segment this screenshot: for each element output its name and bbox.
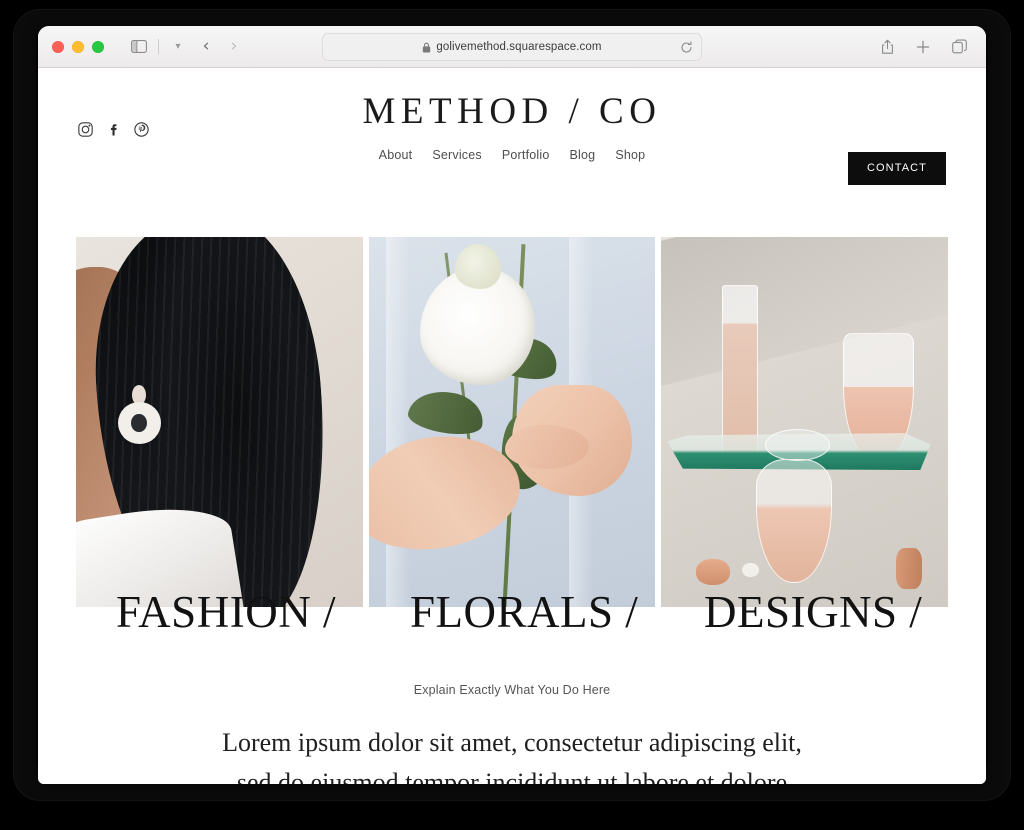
gallery-tile-fashion[interactable] [76, 237, 363, 607]
site-logo[interactable]: METHOD / CO [38, 68, 986, 133]
tabs-icon [951, 39, 967, 54]
photo-macaron [896, 547, 923, 589]
contact-button[interactable]: CONTACT [847, 152, 946, 185]
gallery-tile-designs[interactable] [661, 237, 949, 607]
designs-photo [661, 237, 949, 607]
nav-item-services[interactable]: Services [432, 148, 482, 162]
photo-pebble [741, 562, 759, 578]
window-controls [52, 40, 104, 53]
lede-line-1: Lorem ipsum dolor sit amet, consectetur … [222, 728, 802, 757]
plus-icon [916, 40, 930, 53]
show-tabs-button[interactable] [946, 34, 972, 60]
photo-bud [454, 244, 501, 289]
maximize-button[interactable] [92, 40, 104, 53]
tab-overview-button[interactable]: ▾ [165, 34, 191, 60]
chevron-right-icon: › [230, 36, 238, 56]
site-header: METHOD / CO About Services Portfolio Blo… [38, 68, 986, 190]
reload-icon [680, 40, 692, 53]
back-button[interactable]: ‹ [193, 34, 219, 60]
address-bar-wrapper: golivemethod.squarespace.com [322, 33, 702, 61]
photo-vase [755, 459, 833, 584]
fashion-photo [76, 237, 363, 607]
minimize-button[interactable] [72, 40, 84, 53]
sidebar-toggle-button[interactable] [126, 34, 152, 60]
photo-tall-glass [721, 285, 758, 458]
lock-icon [422, 42, 431, 53]
share-icon [881, 39, 893, 54]
new-tab-button[interactable] [910, 34, 936, 60]
sidebar-icon [131, 40, 147, 53]
forward-button[interactable]: › [221, 34, 247, 60]
social-links [78, 122, 149, 137]
intro-section: Explain Exactly What You Do Here Lorem i… [38, 683, 986, 784]
section-lede: Lorem ipsum dolor sit amet, consectetur … [38, 723, 986, 784]
nav-item-blog[interactable]: Blog [570, 148, 596, 162]
nav-item-shop[interactable]: Shop [615, 148, 645, 162]
address-bar[interactable]: golivemethod.squarespace.com [322, 33, 702, 61]
toolbar-divider [158, 39, 159, 54]
reload-button[interactable] [678, 39, 694, 55]
browser-toolbar: ▾ ‹ › golivemethod.squarespace.com [38, 26, 986, 68]
photo-earring-ring [117, 401, 161, 445]
close-button[interactable] [52, 40, 64, 53]
photo-macaron [695, 558, 731, 585]
chevron-left-icon: ‹ [202, 36, 210, 56]
lede-line-2: sed do eiusmod tempor incididunt ut labo… [236, 767, 788, 784]
url-text: golivemethod.squarespace.com [436, 41, 602, 53]
photo-bowl [764, 429, 830, 461]
facebook-icon[interactable] [106, 122, 121, 137]
toolbar-right-group [874, 34, 972, 60]
nav-item-about[interactable]: About [379, 148, 413, 162]
section-eyebrow: Explain Exactly What You Do Here [413, 683, 611, 697]
share-button[interactable] [874, 34, 900, 60]
gallery-tile-florals[interactable] [368, 237, 656, 607]
toolbar-nav-group: ▾ ‹ › [126, 34, 247, 60]
instagram-icon[interactable] [78, 122, 93, 137]
florals-photo [368, 237, 656, 607]
website-viewport: METHOD / CO About Services Portfolio Blo… [38, 68, 986, 784]
browser-window: ▾ ‹ › golivemethod.squarespace.com METHO… [38, 26, 986, 784]
image-gallery: FASHION / FLORALS / DESIGNS / [76, 237, 949, 635]
nav-item-portfolio[interactable]: Portfolio [502, 148, 550, 162]
main-navigation: About Services Portfolio Blog Shop [38, 148, 986, 162]
pinterest-icon[interactable] [134, 122, 149, 137]
chevron-down-icon: ▾ [175, 40, 181, 52]
